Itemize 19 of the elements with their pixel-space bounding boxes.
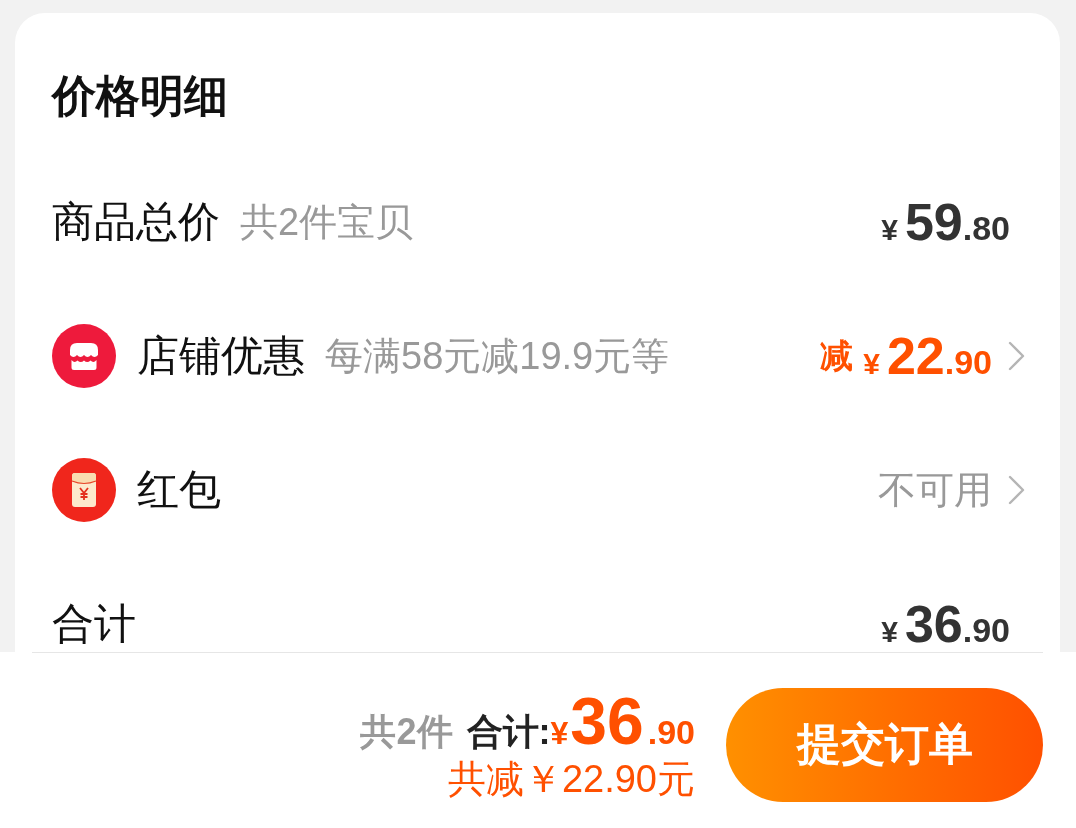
price-text: ¥36.90 <box>881 598 1010 650</box>
row-note: 每满58元减19.9元等 <box>325 334 670 379</box>
row-label: 合计 <box>52 599 136 649</box>
total-price: ¥36.90 <box>550 687 695 754</box>
status-text: 不可用 <box>878 467 992 513</box>
row-label: 商品总价 <box>52 197 220 247</box>
row-note: 共2件宝贝 <box>240 200 414 245</box>
section-title: 价格明细 <box>52 71 229 121</box>
row-label: 红包 <box>137 465 221 515</box>
discount-label: 减 <box>820 335 854 376</box>
price-text: ¥59.80 <box>881 196 1010 248</box>
discount-amount: ¥22.90 <box>863 330 992 382</box>
store-icon <box>52 324 116 388</box>
submit-order-button[interactable]: 提交订单 <box>726 687 1043 802</box>
savings-text: 共减￥22.90元 <box>447 756 695 802</box>
total-label: 合计: <box>466 713 551 750</box>
item-count: 共2件 <box>360 713 453 750</box>
row-label: 店铺优惠 <box>137 331 305 381</box>
money-envelope-icon <box>52 458 116 522</box>
